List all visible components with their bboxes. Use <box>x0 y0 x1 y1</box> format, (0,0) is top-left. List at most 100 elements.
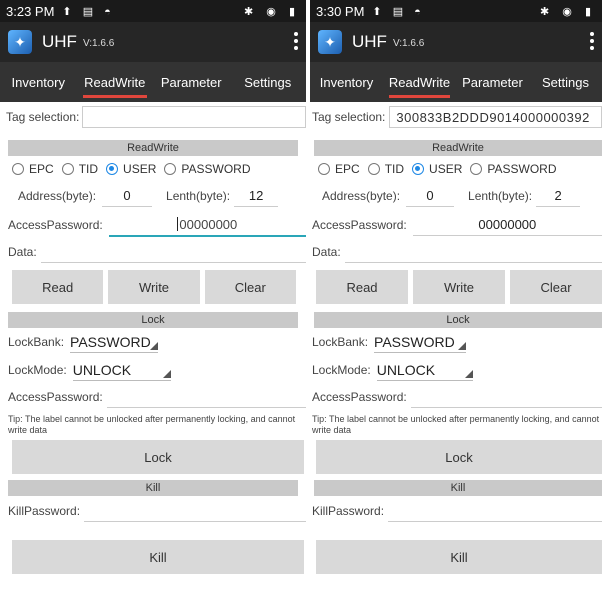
lockbank-spinner[interactable]: PASSWORD <box>70 332 159 353</box>
lock-access-password-label: AccessPassword: <box>8 390 103 404</box>
radio-tid-icon <box>61 163 74 175</box>
kill-password-label: KillPassword: <box>8 504 81 518</box>
lockbank-value: PASSWORD <box>374 333 455 350</box>
radio-password[interactable]: PASSWORD <box>470 162 557 176</box>
lockmode-spinner[interactable]: UNLOCK <box>72 360 171 381</box>
text-cursor <box>177 217 179 231</box>
length-label: Lenth(byte): <box>166 189 231 203</box>
tab-parameter[interactable]: Parameter <box>456 62 529 102</box>
lock-button[interactable]: Lock <box>12 440 304 474</box>
lockmode-label: LockMode: <box>8 363 67 377</box>
tab-settings[interactable]: Settings <box>529 62 602 102</box>
length-input[interactable]: 2 <box>536 186 581 207</box>
tag-selection-row: Tag selection: <box>0 102 306 130</box>
tag-selection-row: Tag selection: 300833B2DDD9014000000392 <box>310 102 602 130</box>
status-time: 3:30 PM <box>316 3 365 19</box>
tag-selection-label: Tag selection: <box>6 110 80 124</box>
tab-settings[interactable]: Settings <box>230 62 307 102</box>
clear-button[interactable]: Clear <box>510 270 602 304</box>
status-bar: 3:23 PM ⬆ ▤ ◓ ✱ ◉ ▮ <box>0 0 306 22</box>
address-input[interactable]: 0 <box>406 186 455 207</box>
access-password-value: 00000000 <box>179 216 238 232</box>
radio-user[interactable]: USER <box>106 162 156 176</box>
lockmode-value: UNLOCK <box>72 361 132 378</box>
kill-button[interactable]: Kill <box>316 540 602 574</box>
overflow-menu-icon[interactable] <box>590 32 594 50</box>
memory-bank-radios: EPC TID USER PASSWORD <box>310 156 602 182</box>
lock-button[interactable]: Lock <box>316 440 602 474</box>
radio-tid[interactable]: TID <box>367 162 404 176</box>
app-version: V:1.6.6 <box>392 38 425 49</box>
kill-password-row: KillPassword: <box>310 496 602 526</box>
system-icons: ✱ ◉ ▮ <box>540 5 596 18</box>
access-password-input[interactable]: 00000000 <box>412 215 602 236</box>
status-time: 3:23 PM <box>6 3 55 19</box>
radio-password-icon <box>470 163 483 175</box>
tab-inventory[interactable]: Inventory <box>310 62 383 102</box>
lock-access-password-input[interactable] <box>410 387 602 408</box>
lock-access-password-row: AccessPassword: <box>310 384 602 410</box>
length-label: Lenth(byte): <box>468 189 533 203</box>
radio-user[interactable]: USER <box>412 162 462 176</box>
address-length-row: Address(byte): 0 Lenth(byte): 12 <box>0 182 306 210</box>
app-title: UHF <box>42 32 77 51</box>
tab-readwrite[interactable]: ReadWrite <box>383 62 456 102</box>
app-bar: ✦ UHF V:1.6.6 <box>310 22 602 62</box>
lockmode-row: LockMode: UNLOCK <box>0 356 306 384</box>
overflow-menu-icon[interactable] <box>294 32 298 50</box>
radio-epc[interactable]: EPC <box>318 162 360 176</box>
screenshot-comparison: 3:23 PM ⬆ ▤ ◓ ✱ ◉ ▮ ✦ UHF V:1.6.6 Invent… <box>0 0 602 614</box>
address-input[interactable]: 0 <box>102 186 153 207</box>
read-button[interactable]: Read <box>12 270 104 304</box>
tab-parameter[interactable]: Parameter <box>153 62 230 102</box>
address-label: Address(byte): <box>322 189 401 203</box>
notification-icons: ⬆ ▤ ◓ <box>372 5 425 18</box>
dropdown-triangle-icon <box>464 369 473 378</box>
data-label: Data: <box>8 245 37 259</box>
tab-readwrite[interactable]: ReadWrite <box>77 62 154 102</box>
lockbank-row: LockBank: PASSWORD <box>0 328 306 356</box>
radio-password[interactable]: PASSWORD <box>164 162 251 176</box>
address-length-row: Address(byte): 0 Lenth(byte): 2 <box>310 182 602 210</box>
readwrite-buttons: Read Write Clear <box>316 270 602 304</box>
data-row: Data: <box>310 240 602 264</box>
write-button[interactable]: Write <box>108 270 200 304</box>
left-screen: 3:23 PM ⬆ ▤ ◓ ✱ ◉ ▮ ✦ UHF V:1.6.6 Invent… <box>0 0 306 614</box>
data-input[interactable] <box>344 242 602 263</box>
data-input[interactable] <box>40 242 306 263</box>
radio-epc[interactable]: EPC <box>12 162 54 176</box>
status-bar: 3:30 PM ⬆ ▤ ◓ ✱ ◉ ▮ <box>310 0 602 22</box>
access-password-input[interactable]: 00000000 <box>108 213 306 237</box>
access-password-row: AccessPassword: 00000000 <box>0 210 306 240</box>
kill-password-input[interactable] <box>388 501 602 522</box>
lockbank-value: PASSWORD <box>70 333 151 350</box>
app-bar: ✦ UHF V:1.6.6 <box>0 22 306 62</box>
memory-bank-radios: EPC TID USER PASSWORD <box>0 156 306 182</box>
lockbank-row: LockBank: PASSWORD <box>310 328 602 356</box>
clear-button[interactable]: Clear <box>204 270 296 304</box>
lockbank-label: LockBank: <box>312 335 369 349</box>
lock-access-password-row: AccessPassword: <box>0 384 306 410</box>
tab-inventory[interactable]: Inventory <box>0 62 77 102</box>
tag-selection-field[interactable]: 300833B2DDD9014000000392 <box>389 106 602 128</box>
dropdown-triangle-icon <box>150 341 159 350</box>
radio-user-icon <box>106 163 119 175</box>
readwrite-buttons: Read Write Clear <box>12 270 296 304</box>
lock-tip: Tip: The label cannot be unlocked after … <box>8 414 296 435</box>
radio-tid[interactable]: TID <box>61 162 98 176</box>
lock-access-password-input[interactable] <box>106 387 306 408</box>
read-button[interactable]: Read <box>316 270 408 304</box>
dropdown-triangle-icon <box>162 369 171 378</box>
tag-selection-label: Tag selection: <box>312 110 386 124</box>
radio-epc-icon <box>318 163 330 175</box>
length-input[interactable]: 12 <box>234 186 279 207</box>
kill-button[interactable]: Kill <box>12 540 304 574</box>
write-button[interactable]: Write <box>413 270 505 304</box>
lockmode-spinner[interactable]: UNLOCK <box>376 360 473 381</box>
lockbank-spinner[interactable]: PASSWORD <box>374 332 467 353</box>
address-label: Address(byte): <box>18 189 97 203</box>
kill-section-header: Kill <box>314 480 602 496</box>
kill-password-input[interactable] <box>84 501 306 522</box>
tag-selection-field[interactable] <box>82 106 306 128</box>
kill-section-header: Kill <box>8 480 298 496</box>
